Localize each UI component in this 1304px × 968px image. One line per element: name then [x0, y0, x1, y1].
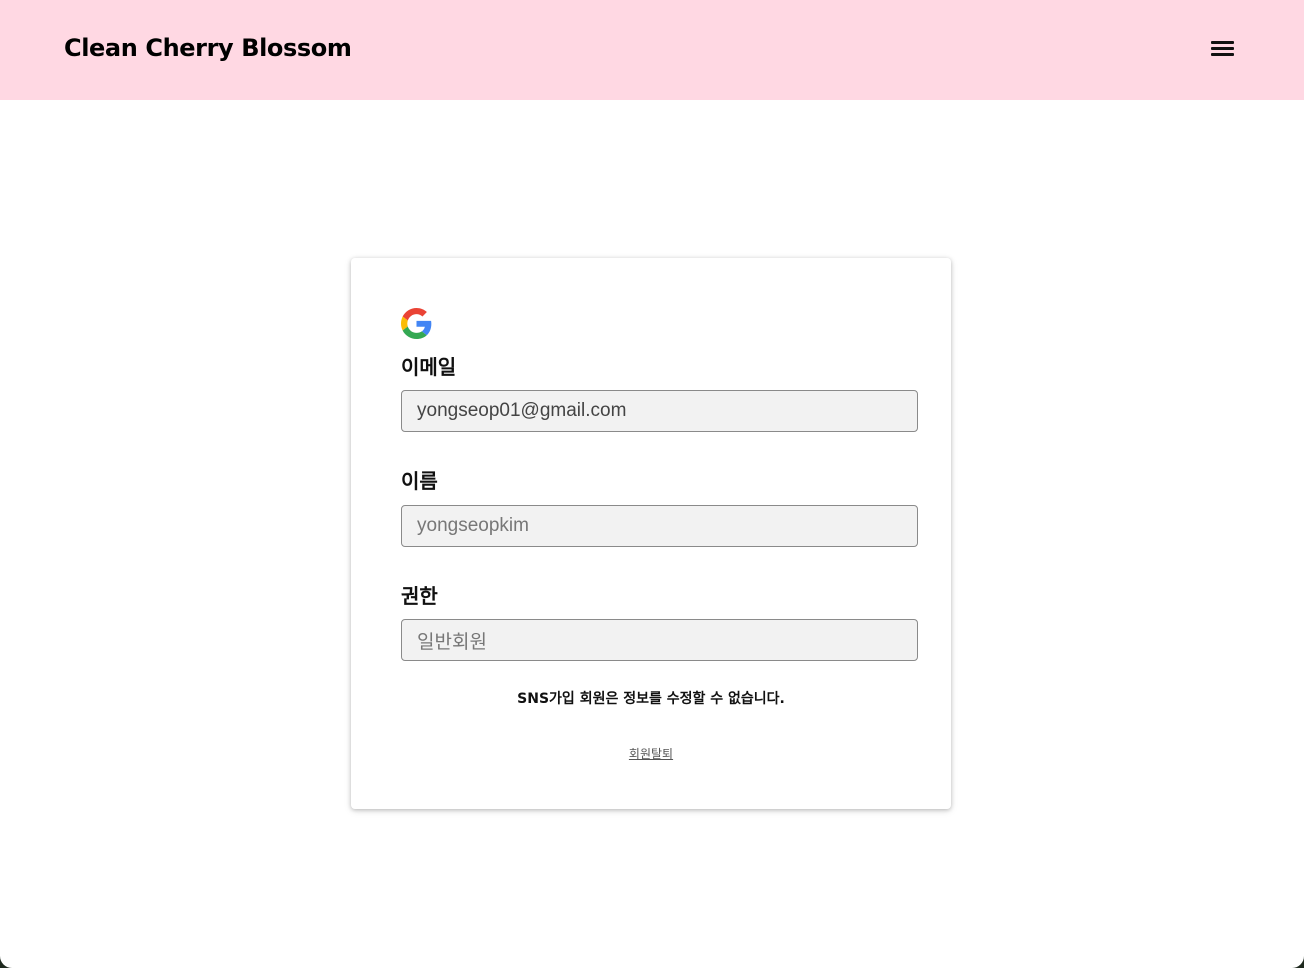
app-window: Clean Cherry Blossom 이메일 이름 권한 SNS가입 회원은… — [0, 0, 1304, 968]
top-header: Clean Cherry Blossom — [0, 0, 1304, 100]
email-label: 이메일 — [401, 355, 457, 379]
withdraw-container: 회원탈퇴 — [351, 745, 951, 762]
email-field[interactable] — [401, 390, 918, 432]
withdraw-link[interactable]: 회원탈퇴 — [629, 747, 673, 761]
role-field[interactable] — [401, 619, 918, 661]
google-logo-icon — [401, 308, 432, 339]
name-field[interactable] — [401, 505, 918, 547]
profile-card: 이메일 이름 권한 SNS가입 회원은 정보를 수정할 수 없습니다. 회원탈퇴 — [351, 258, 951, 809]
role-label: 권한 — [401, 584, 438, 608]
sns-notice-text: SNS가입 회원은 정보를 수정할 수 없습니다. — [517, 691, 785, 707]
name-label: 이름 — [401, 469, 438, 493]
brand-title[interactable]: Clean Cherry Blossom — [64, 31, 352, 65]
hamburger-menu-icon[interactable] — [1206, 34, 1238, 64]
